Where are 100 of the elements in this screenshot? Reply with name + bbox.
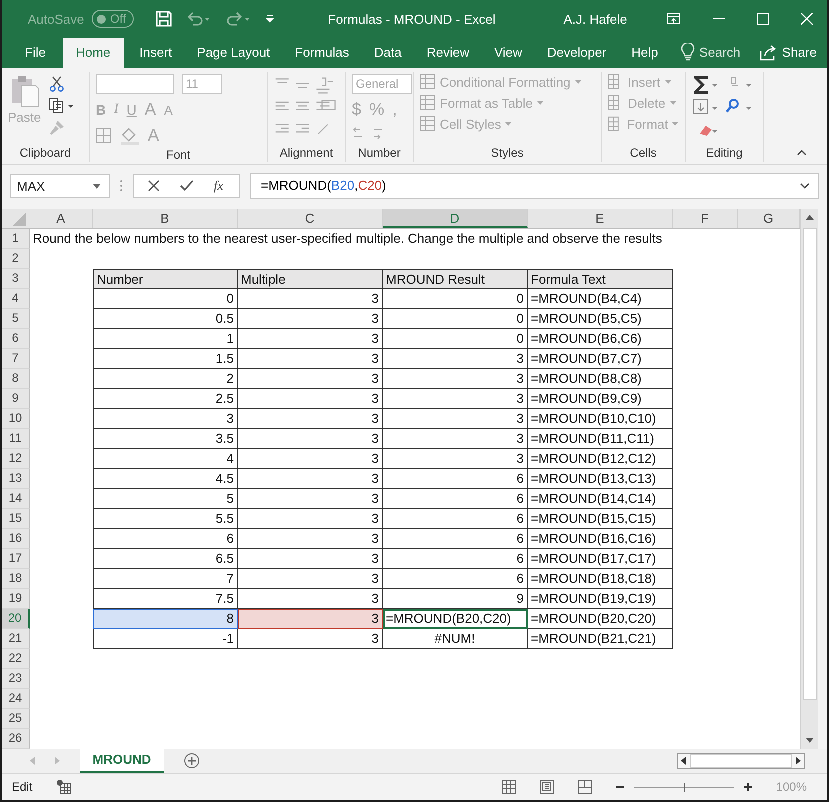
table-style-icon bbox=[420, 74, 436, 90]
row-header[interactable]: 26 bbox=[2, 729, 30, 749]
row-header[interactable]: 22 bbox=[2, 649, 30, 669]
table-cell: 3 bbox=[238, 449, 383, 469]
row-header[interactable]: 4 bbox=[2, 289, 30, 309]
scissors-icon[interactable] bbox=[49, 76, 66, 92]
ribbon-tab[interactable]: Page Layout bbox=[185, 38, 282, 68]
row-header[interactable]: 8 bbox=[2, 369, 30, 389]
close-icon[interactable] bbox=[801, 13, 814, 25]
table-cell: 3 bbox=[238, 529, 383, 549]
insert-function-button[interactable]: fx bbox=[214, 178, 224, 194]
macro-record-icon[interactable] bbox=[56, 780, 71, 794]
customize-caret-icon[interactable] bbox=[266, 15, 274, 23]
row-header[interactable]: 23 bbox=[2, 669, 30, 689]
ribbon-tab[interactable]: Developer bbox=[535, 38, 619, 68]
name-box[interactable]: MAX bbox=[10, 174, 110, 198]
enter-check-icon[interactable] bbox=[180, 180, 194, 192]
table-cell: =MROUND(B17,C17) bbox=[528, 549, 673, 569]
table-cell: 3 bbox=[238, 369, 383, 389]
row-header[interactable]: 7 bbox=[2, 349, 30, 369]
vertical-scrollbar[interactable] bbox=[800, 209, 818, 749]
row-header[interactable]: 24 bbox=[2, 689, 30, 709]
cancel-icon[interactable] bbox=[148, 180, 160, 192]
collapse-ribbon-icon[interactable] bbox=[797, 150, 807, 156]
ribbon-tab[interactable]: Home bbox=[62, 38, 124, 68]
row-header[interactable]: 18 bbox=[2, 569, 30, 589]
row-header[interactable]: 14 bbox=[2, 489, 30, 509]
row-header[interactable]: 6 bbox=[2, 329, 30, 349]
clipboard-icon[interactable] bbox=[10, 74, 40, 108]
row-header[interactable]: 16 bbox=[2, 529, 30, 549]
user-name: A.J. Hafele bbox=[564, 12, 628, 26]
table-cell: 8 bbox=[93, 609, 238, 629]
row-header[interactable]: 13 bbox=[2, 469, 30, 489]
group-label: Styles bbox=[490, 146, 525, 162]
column-header[interactable]: D bbox=[383, 209, 528, 228]
row-header[interactable]: 17 bbox=[2, 549, 30, 569]
zoom-in-icon[interactable] bbox=[744, 783, 752, 791]
row-header[interactable]: 12 bbox=[2, 449, 30, 469]
dropdown-caret-icon[interactable] bbox=[93, 184, 101, 188]
font-name-field[interactable] bbox=[96, 74, 174, 94]
table-cell: 3 bbox=[383, 369, 528, 389]
row-header[interactable]: 3 bbox=[2, 269, 30, 289]
copy-icon[interactable] bbox=[49, 98, 76, 114]
scroll-up-icon[interactable] bbox=[806, 215, 814, 220]
ribbon-tab[interactable]: File bbox=[13, 38, 58, 68]
more-icon bbox=[120, 180, 123, 192]
column-header[interactable]: B bbox=[93, 209, 238, 228]
page-break-icon[interactable] bbox=[578, 780, 592, 794]
add-sheet-icon[interactable] bbox=[184, 753, 200, 769]
table-cell: 3 bbox=[383, 349, 528, 369]
column-header[interactable]: E bbox=[528, 209, 673, 228]
row-header[interactable]: 25 bbox=[2, 709, 30, 729]
table-cell: MROUND Result bbox=[383, 269, 528, 289]
row-header[interactable]: 21 bbox=[2, 629, 30, 649]
row-header[interactable]: 20 bbox=[2, 609, 30, 629]
minimize-icon[interactable] bbox=[713, 18, 726, 20]
table-cell: 3 bbox=[238, 349, 383, 369]
ribbon-tab[interactable]: Review bbox=[414, 38, 482, 68]
scroll-left-icon[interactable] bbox=[681, 757, 686, 765]
table-cell: 9 bbox=[383, 589, 528, 609]
table-cell: =MROUND(B9,C9) bbox=[528, 389, 673, 409]
search-box[interactable]: Search bbox=[699, 38, 741, 68]
table-cell: 3 bbox=[383, 409, 528, 429]
row-header[interactable]: 15 bbox=[2, 509, 30, 529]
table-cell: =MROUND(B4,C4) bbox=[528, 289, 673, 309]
redo-icon[interactable] bbox=[226, 12, 252, 26]
group-label: Cells bbox=[629, 146, 658, 162]
row-header[interactable]: 9 bbox=[2, 389, 30, 409]
save-icon[interactable] bbox=[156, 11, 172, 27]
page-layout-icon[interactable] bbox=[540, 780, 554, 794]
ribbon-display-icon[interactable] bbox=[667, 13, 682, 25]
share-button[interactable]: Share bbox=[782, 38, 817, 68]
row-header[interactable]: 2 bbox=[2, 249, 30, 269]
group-label: Clipboard bbox=[18, 146, 72, 162]
maximize-icon[interactable] bbox=[757, 13, 770, 25]
ribbon-tab[interactable]: Formulas bbox=[283, 38, 362, 68]
undo-icon[interactable] bbox=[186, 12, 212, 26]
column-header[interactable]: F bbox=[673, 209, 738, 228]
row-header[interactable]: 10 bbox=[2, 409, 30, 429]
table-cell: 3 bbox=[238, 569, 383, 589]
row-header[interactable]: 1 bbox=[2, 229, 30, 249]
ribbon-tab[interactable]: Insert bbox=[128, 38, 184, 68]
table-cell: =MROUND(B20,C20) bbox=[383, 609, 528, 629]
expand-caret-icon[interactable] bbox=[800, 183, 810, 189]
zoom-level: 100% bbox=[776, 780, 807, 794]
row-header[interactable]: 11 bbox=[2, 429, 30, 449]
column-header[interactable]: A bbox=[30, 209, 93, 228]
ribbon-tab[interactable]: Help bbox=[620, 38, 670, 68]
scroll-right-icon[interactable] bbox=[796, 757, 801, 765]
row-header[interactable]: 5 bbox=[2, 309, 30, 329]
scroll-down-icon[interactable] bbox=[806, 738, 814, 743]
sheet-tab[interactable]: MROUND bbox=[80, 749, 164, 773]
ribbon-tab[interactable]: View bbox=[482, 38, 534, 68]
normal-view-icon[interactable] bbox=[502, 780, 516, 794]
table-cell: 3.5 bbox=[93, 429, 238, 449]
formula-field[interactable]: =MROUND(B20,C20) bbox=[250, 173, 819, 199]
ribbon-tab[interactable]: Data bbox=[362, 38, 414, 68]
table-cell: 0 bbox=[383, 289, 528, 309]
row-header[interactable]: 19 bbox=[2, 589, 30, 609]
horizontal-scrollbar[interactable] bbox=[677, 753, 805, 769]
